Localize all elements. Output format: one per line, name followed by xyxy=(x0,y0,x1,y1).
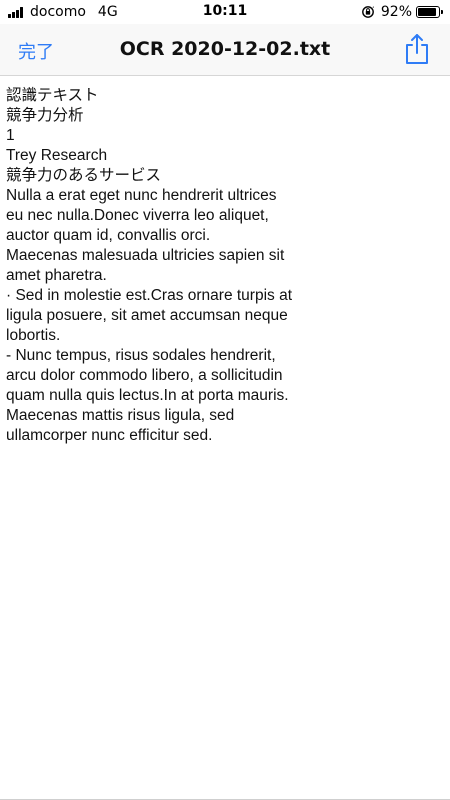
status-bar: docomo 4G 10:11 92% xyxy=(0,0,450,24)
battery-icon xyxy=(416,6,443,18)
done-button[interactable]: 完了 xyxy=(18,38,54,64)
document-line: · Sed in molestie est.Cras ornare turpis… xyxy=(6,287,293,304)
document-line: lobortis. xyxy=(6,327,61,344)
document-line: - Nunc tempus, risus sodales hendrerit, xyxy=(6,347,276,364)
document-line: Maecenas mattis risus ligula, sed xyxy=(6,407,235,424)
document-line: 認識テキスト xyxy=(6,87,99,104)
document-line: ligula posuere, sit amet accumsan neque xyxy=(6,307,288,324)
share-icon[interactable] xyxy=(404,33,430,65)
document-line: Nulla a erat eget nunc hendrerit ultrice… xyxy=(6,187,277,204)
document-line: eu nec nulla.Donec viverra leo aliquet, xyxy=(6,207,269,224)
screen: docomo 4G 10:11 92% 完了 OCR 2020-12-02.tx… xyxy=(0,0,450,800)
document-line: amet pharetra. xyxy=(6,267,107,284)
document-text: 認識テキスト 競争力分析 1 Trey Research 競争力のあるサービス Nulla… xyxy=(6,86,336,446)
document-line: 競争力分析 xyxy=(6,107,84,124)
document-line: Trey Research xyxy=(6,147,108,164)
document-line: ullamcorper nunc efficitur sed. xyxy=(6,427,213,444)
document-line: quam nulla quis lectus.In at porta mauri… xyxy=(6,387,289,404)
battery-fill xyxy=(418,8,436,16)
document-line: 1 xyxy=(6,127,15,144)
document-line: arcu dolor commodo libero, a sollicitudi… xyxy=(6,367,283,384)
document-line: 競争力のあるサービス xyxy=(6,167,162,184)
battery-percent: 92% xyxy=(380,4,412,20)
document-line: Maecenas malesuada ultricies sapien sit xyxy=(6,247,285,264)
status-right: 92% xyxy=(361,3,443,21)
navigation-bar: 完了 OCR 2020-12-02.txt xyxy=(0,24,450,76)
orientation-lock-icon xyxy=(361,6,374,18)
document-line: auctor quam id, convallis orci. xyxy=(6,227,211,244)
page-title: OCR 2020-12-02.txt xyxy=(119,38,331,60)
